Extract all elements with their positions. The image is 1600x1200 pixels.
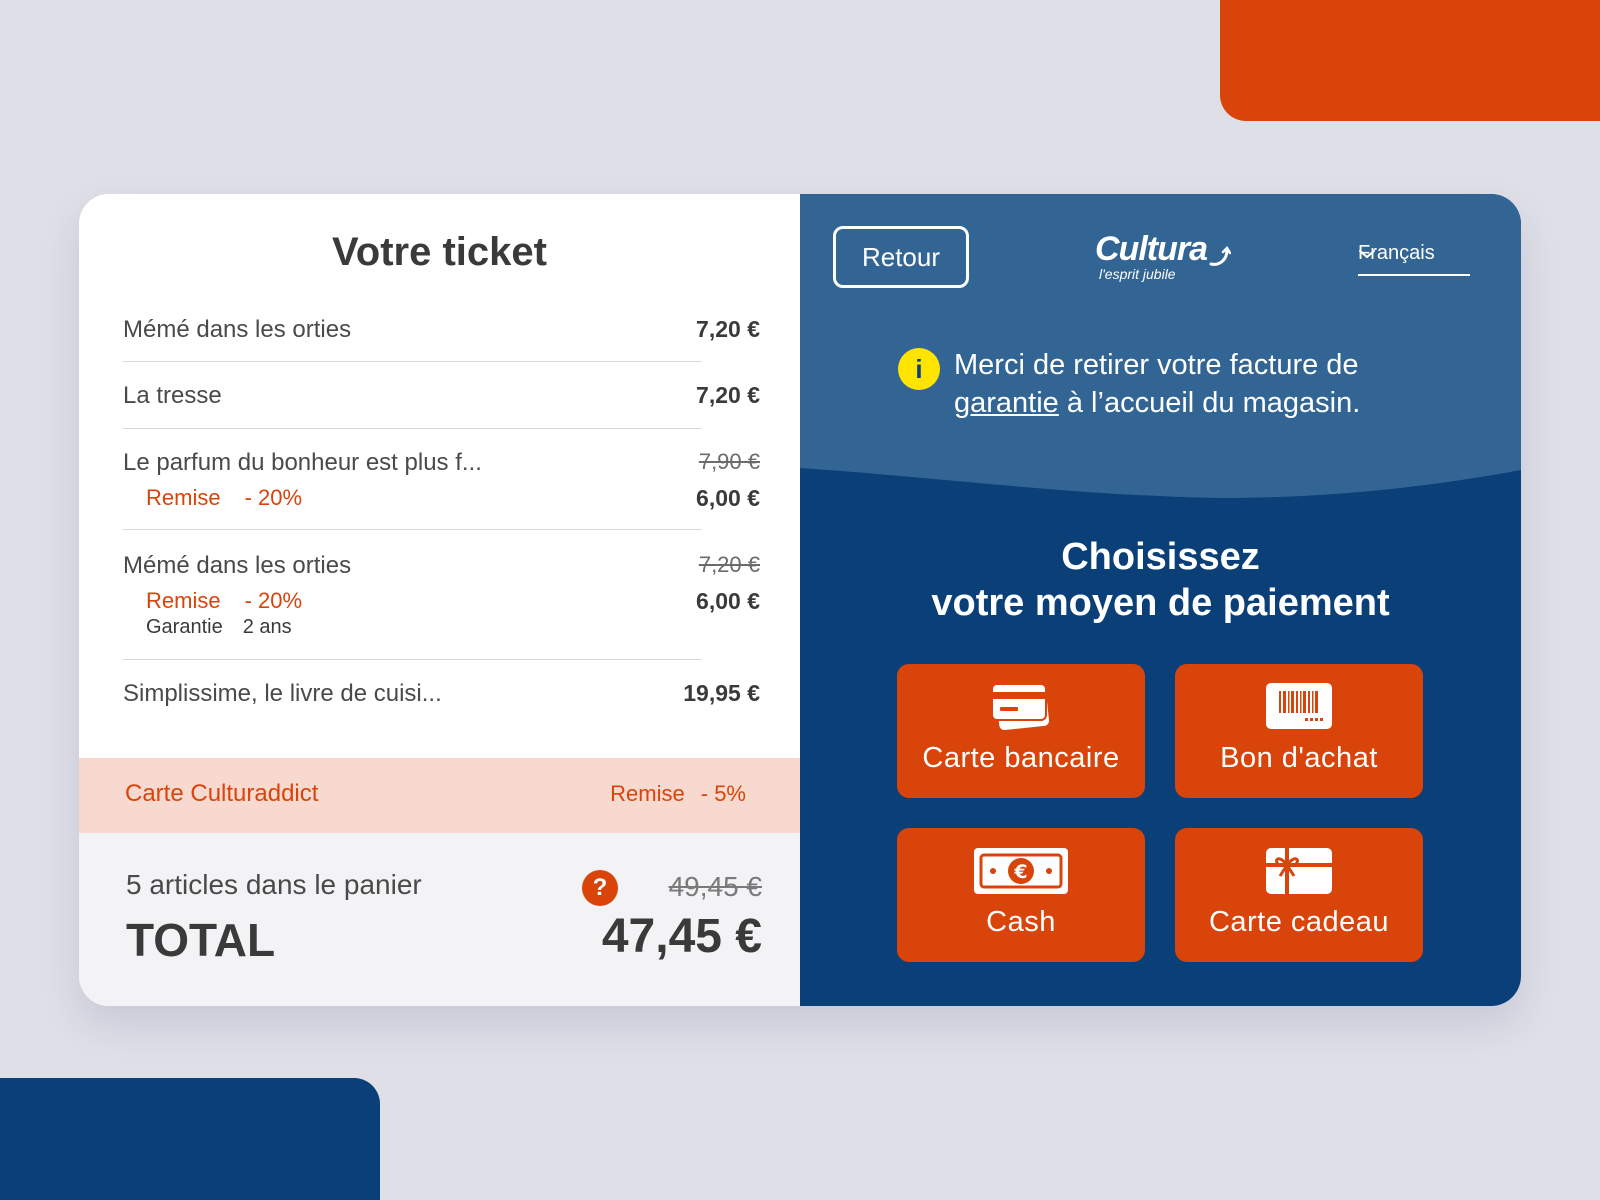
payment-title-line2: votre moyen de paiement xyxy=(931,582,1390,624)
pay-cash-label: Cash xyxy=(986,906,1056,938)
total-amount: 47,45 € xyxy=(601,910,762,963)
language-select[interactable]: Français xyxy=(1358,242,1470,276)
loyalty-discount: Remise - 5% xyxy=(610,781,762,807)
payment-header: Retour Cultura l'esprit jubile Français … xyxy=(800,194,1521,514)
item-name: Le parfum du bonheur est plus f... xyxy=(123,449,482,476)
payment-title: Choisissez votre moyen de paiement xyxy=(800,534,1521,626)
payment-panel: Retour Cultura l'esprit jubile Français … xyxy=(800,194,1521,1006)
logo-swoosh-icon xyxy=(1209,245,1231,266)
loyalty-card-row: Carte Culturaddict Remise - 5% xyxy=(79,758,800,833)
loyalty-card-label: Carte Culturaddict xyxy=(125,780,319,807)
gift-card-icon xyxy=(1266,848,1332,894)
item-name: Mémé dans les orties xyxy=(123,316,352,343)
item-divider xyxy=(123,428,702,429)
discount-value: - 20% xyxy=(244,485,303,510)
notice-text-start: Merci de retirer votre facture de xyxy=(954,349,1359,381)
ticket-panel: Votre ticket Mémé dans les orties 7,20 €… xyxy=(79,194,800,1006)
item-warranty: Garantie 2 ans xyxy=(146,616,312,639)
credit-card-icon xyxy=(991,683,1050,731)
ticket-item: Le parfum du bonheur est plus f... 7,90 … xyxy=(123,449,760,529)
pay-voucher-label: Bon d'achat xyxy=(1220,742,1378,774)
item-old-price: 7,90 € xyxy=(698,449,760,474)
item-name: Mémé dans les orties xyxy=(123,552,352,579)
warranty-value: 2 ans xyxy=(242,616,292,638)
item-name: Simplissime, le livre de cuisi... xyxy=(123,680,442,707)
payment-title-line1: Choisissez xyxy=(1061,536,1260,578)
item-discount: Remise - 20% xyxy=(146,485,326,511)
item-price: 7,20 € xyxy=(696,316,760,342)
item-discount: Remise - 20% xyxy=(146,588,326,614)
total-label: TOTAL xyxy=(126,914,276,966)
cultura-logo: Cultura l'esprit jubile xyxy=(1093,230,1233,290)
old-total: 49,45 € xyxy=(668,871,762,902)
back-button[interactable]: Retour xyxy=(833,226,969,288)
help-icon[interactable]: ? xyxy=(582,870,618,906)
item-new-price: 6,00 € xyxy=(696,588,760,614)
pay-giftcard-button[interactable]: Carte cadeau xyxy=(1175,828,1423,962)
ticket-title: Votre ticket xyxy=(332,230,547,274)
svg-text:€: € xyxy=(1013,861,1027,883)
discount-label: Remise xyxy=(146,588,221,613)
ticket-item: Mémé dans les orties 7,20 € xyxy=(123,316,760,356)
discount-value: - 20% xyxy=(244,588,303,613)
item-old-price: 7,20 € xyxy=(698,552,760,577)
info-icon: i xyxy=(898,348,940,390)
pay-card-label: Carte bancaire xyxy=(922,742,1120,774)
item-divider xyxy=(123,361,702,362)
item-divider xyxy=(123,529,702,530)
logo-tagline: l'esprit jubile xyxy=(1099,266,1176,282)
item-price: 7,20 € xyxy=(696,382,760,408)
logo-brand: Cultura xyxy=(1095,230,1208,268)
pay-giftcard-label: Carte cadeau xyxy=(1208,906,1390,938)
notice-link: garantie xyxy=(954,387,1059,419)
warranty-label: Garantie xyxy=(146,616,223,638)
pay-card-button[interactable]: Carte bancaire xyxy=(897,664,1145,798)
cart-count: 5 articles dans le panier xyxy=(126,869,422,900)
item-name: La tresse xyxy=(123,382,222,409)
notice-text-end: à l’accueil du magasin. xyxy=(1058,387,1361,419)
pay-voucher-button[interactable]: Bon d'achat xyxy=(1175,664,1423,798)
notice-text: Merci de retirer votre facture de garant… xyxy=(954,346,1434,422)
item-new-price: 6,00 € xyxy=(696,485,760,511)
totals-section: 5 articles dans le panier TOTAL ? 49,45 … xyxy=(79,833,800,1006)
banknote-icon: € xyxy=(974,848,1068,894)
ticket-item: Simplissime, le livre de cuisi... 19,95 … xyxy=(123,680,760,720)
discount-label: Remise xyxy=(146,485,221,510)
discount-value: - 5% xyxy=(700,781,746,806)
ticket-item: Mémé dans les orties 7,20 € Remise - 20% … xyxy=(123,552,760,652)
ticket-item: La tresse 7,20 € xyxy=(123,382,760,422)
item-divider xyxy=(123,659,702,660)
discount-label: Remise xyxy=(610,781,685,806)
item-price: 19,95 € xyxy=(683,680,760,706)
chevron-down-icon xyxy=(1359,250,1375,259)
barcode-voucher-icon xyxy=(1266,683,1332,729)
decor-orange-block xyxy=(1220,0,1600,121)
pay-cash-button[interactable]: € Cash xyxy=(897,828,1145,962)
kiosk-card: Votre ticket Mémé dans les orties 7,20 €… xyxy=(79,194,1521,1006)
decor-blue-block xyxy=(0,1078,380,1200)
